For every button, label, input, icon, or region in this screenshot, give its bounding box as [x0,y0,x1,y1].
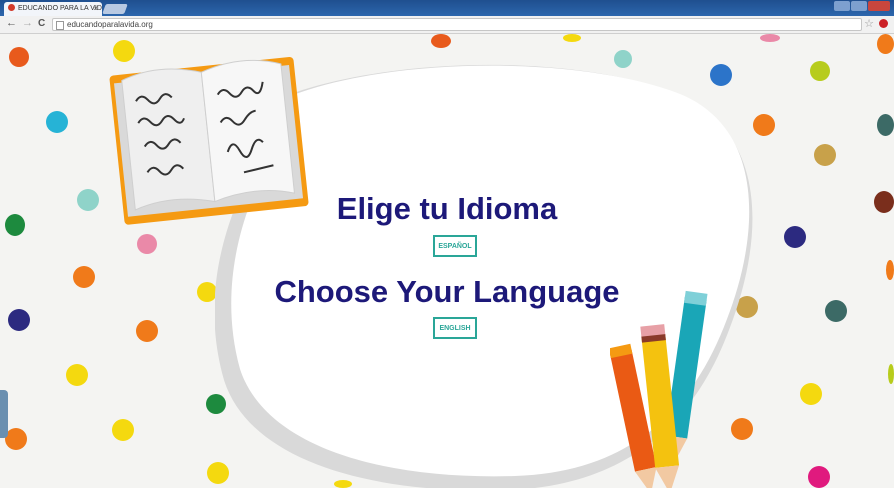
minimize-button[interactable] [834,1,850,11]
url-text: educandoparalavida.org [67,20,153,29]
heading-english: Choose Your Language [274,274,620,309]
page-canvas: Elige tu Idioma ESPAÑOL Choose Your Lang… [0,34,894,488]
pinterest-icon[interactable] [879,19,888,28]
new-tab-button[interactable] [102,4,128,14]
browser-tab[interactable]: EDUCANDO PARA LA VID × [4,2,102,16]
page-icon [56,21,64,30]
tab-title: EDUCANDO PARA LA VID [18,5,102,12]
tab-close-icon[interactable]: × [93,2,98,16]
favicon-icon [8,4,15,11]
star-icon[interactable]: ☆ [864,17,874,30]
address-bar[interactable]: educandoparalavida.org [52,18,862,31]
espanol-button[interactable]: ESPAÑOL [433,235,477,257]
forward-arrow-icon[interactable]: → [22,17,33,29]
side-scroll-handle[interactable] [0,390,8,438]
heading-spanish: Elige tu Idioma [336,191,558,226]
maximize-button[interactable] [851,1,867,11]
colored-pencils-illustration [610,290,708,488]
reload-icon[interactable]: C [38,18,45,29]
browser-toolbar: ← → C educandoparalavida.org ☆ [0,16,894,34]
english-button[interactable]: ENGLISH [433,317,477,339]
browser-titlebar: EDUCANDO PARA LA VID × [0,0,894,16]
close-window-button[interactable] [868,1,890,11]
back-arrow-icon[interactable]: ← [6,17,17,29]
window-controls [834,1,890,11]
